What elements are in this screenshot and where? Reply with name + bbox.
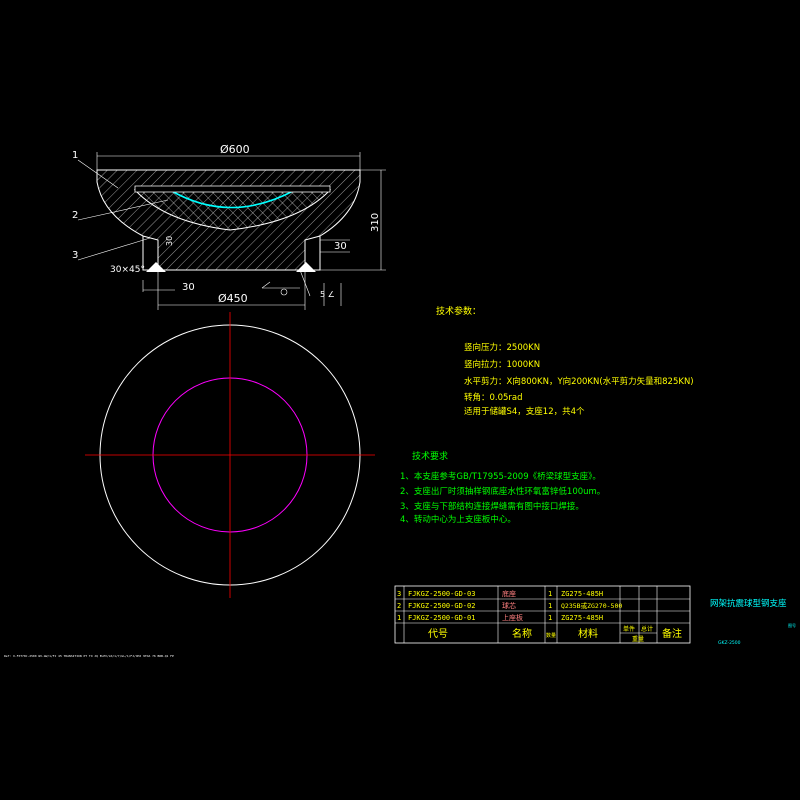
param-line: 转角：0.05rad	[464, 392, 523, 403]
table-row-qty: 1	[548, 590, 552, 598]
table-row-material: ZG275-485H	[561, 614, 603, 622]
drawing-sub: GKZ-2500	[718, 640, 741, 646]
svg-text:2: 2	[72, 210, 78, 221]
height-label: 310	[370, 213, 381, 232]
top-dia-label: Ø600	[220, 143, 250, 156]
chamfer-label: 30×45°	[110, 265, 145, 275]
bottom-dia-label: Ø450	[218, 292, 248, 305]
tech-params: 技术参数： 竖向压力：2500KN 竖向拉力：1000KN 水平剪力：X向800…	[436, 305, 694, 417]
table-row-qty: 1	[548, 614, 552, 622]
weld-note: 5 ∠	[320, 290, 335, 299]
table-row-name: 球芯	[502, 601, 516, 610]
header-code: 代号	[428, 628, 448, 640]
requirement-line: 2、支座出厂时须抽样钢底座水性环氧富锌低100um。	[400, 486, 605, 497]
table-row-qty: 1	[548, 602, 552, 610]
right-30-label: 30	[334, 241, 347, 252]
svg-text:1: 1	[72, 150, 78, 161]
section-view: Ø600 310 30 30 Ø450 30 30×45° 5 ∠ 1 2 3	[72, 143, 386, 310]
cad-drawing: Ø600 310 30 30 Ø450 30 30×45° 5 ∠ 1 2 3 …	[4, 143, 796, 658]
table-row-no: 2	[397, 602, 401, 610]
requirement-line: 1、本支座参考GB/T17955-2009《桥梁球型支座》。	[400, 471, 601, 482]
top-recess	[134, 185, 331, 193]
table-row-name: 上座板	[502, 613, 523, 622]
table-row-no: 1	[397, 614, 401, 622]
param-line: 水平剪力：X向800KN，Y向200KN(水平剪力矢量和825KN)	[464, 376, 694, 387]
table-row-code: FJKGZ-2500-GD-03	[408, 590, 475, 598]
param-line: 适用于储罐S4，支座12，共4个	[464, 406, 585, 417]
svg-text:3: 3	[72, 250, 78, 261]
params-title: 技术参数：	[436, 305, 481, 317]
tech-requirements: 技术要求 1、本支座参考GB/T17955-2009《桥梁球型支座》。 2、支座…	[400, 450, 605, 525]
header-name: 名称	[512, 627, 532, 640]
header-material: 材料	[578, 627, 598, 640]
requirement-line: 4、转动中心为上支座板中心。	[400, 514, 516, 525]
header-weight: 重量	[632, 635, 644, 643]
table-row-material: Q235B或ZG270-500	[561, 601, 622, 610]
header-qty: 数量	[546, 632, 556, 639]
leader-3: 3	[72, 237, 151, 261]
table-row-name: 底座	[502, 589, 516, 598]
header-remarks: 备注	[662, 627, 682, 640]
title-block: 网架抗震球型钢支座 图号 GKZ-2500	[710, 598, 796, 646]
table-row-code: FJKGZ-2500-GD-01	[408, 614, 475, 622]
param-line: 竖向拉力：1000KN	[464, 359, 540, 370]
plan-view	[85, 312, 375, 598]
drawing-sheet: 图号	[788, 622, 796, 628]
requirement-line: 3、支座与下部结构连接焊缝需有图中接口焊接。	[400, 501, 584, 512]
requirements-title: 技术要求	[412, 450, 448, 462]
parts-table: 3 FJKGZ-2500-GD-03 底座 1 ZG275-485H 2 FJK…	[394, 585, 691, 644]
drawing-title: 网架抗震球型钢支座	[710, 598, 787, 609]
header-total-weight: 总计	[641, 625, 653, 633]
table-row-material: ZG275-485H	[561, 590, 603, 598]
table-row-no: 3	[397, 590, 401, 598]
small-dim-label: 30	[165, 236, 174, 246]
header-unit-weight: 单件	[623, 625, 635, 633]
param-line: 竖向压力：2500KN	[464, 342, 540, 353]
table-row-code: FJKGZ-2500-GD-02	[408, 602, 475, 610]
weld-circle-mark	[280, 288, 288, 296]
left-30-label: 30	[182, 282, 195, 293]
footer-note: Ref: X-FXT70C-2500 WI-GW/1/FJ 45 TRANSIT…	[4, 654, 174, 658]
